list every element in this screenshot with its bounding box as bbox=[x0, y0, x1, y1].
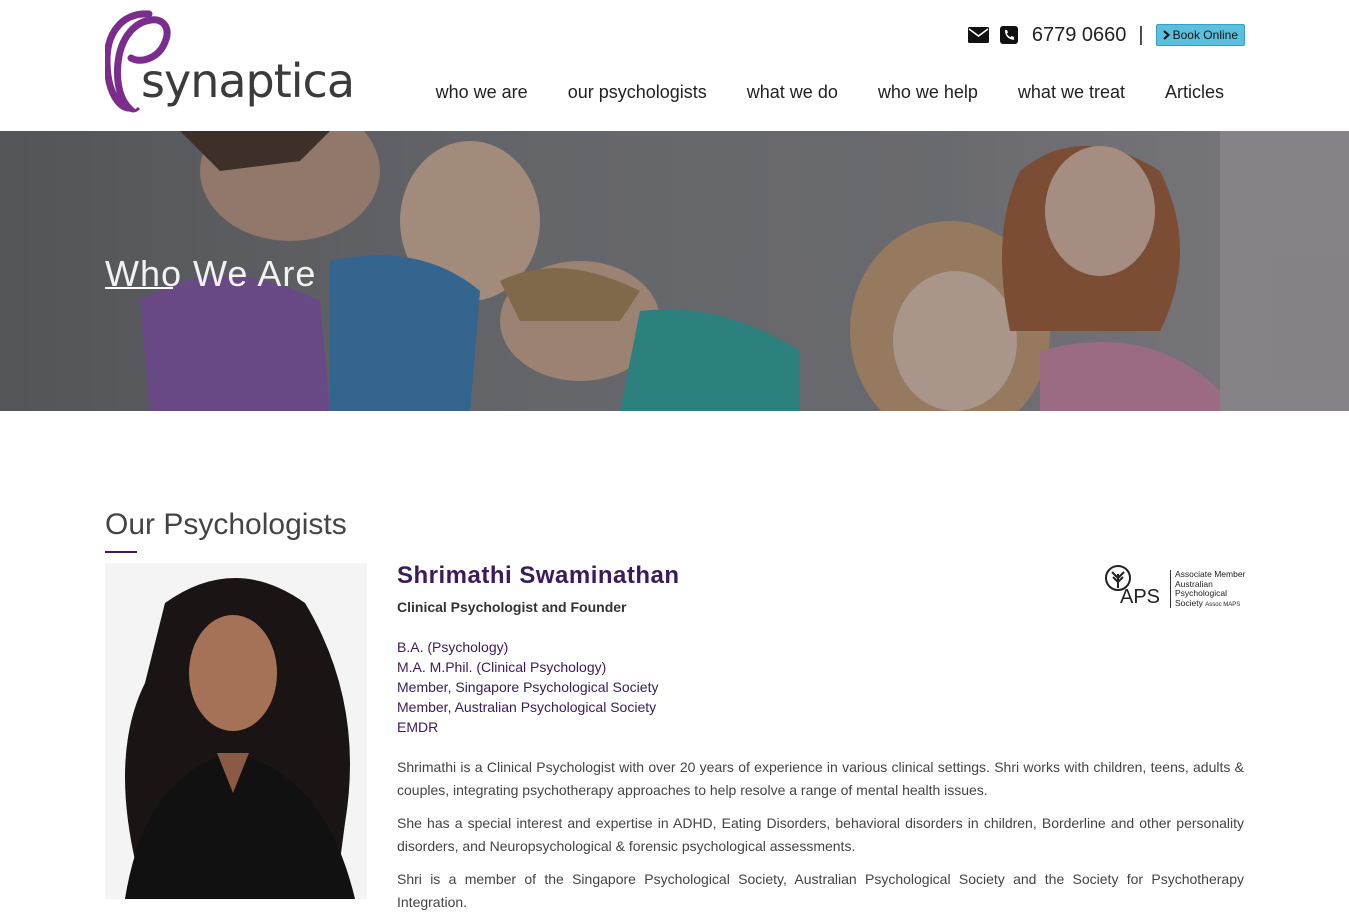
nav-what-we-do[interactable]: what we do bbox=[747, 82, 838, 103]
section-title: Our Psychologists bbox=[105, 508, 347, 541]
book-online-button[interactable]: Book Online bbox=[1155, 24, 1245, 46]
book-online-label: Book Online bbox=[1172, 28, 1238, 42]
qualifications-list: B.A. (Psychology) M.A. M.Phil. (Clinical… bbox=[397, 637, 658, 737]
qualification-item: Member, Australian Psychological Society bbox=[397, 699, 657, 715]
nav-who-we-help[interactable]: who we help bbox=[878, 82, 978, 103]
psychologist-photo bbox=[105, 563, 367, 899]
qualification-item: B.A. (Psychology) bbox=[397, 639, 509, 655]
aps-abbr: APS bbox=[1120, 586, 1161, 608]
nav-our-psychologists[interactable]: our psychologists bbox=[568, 82, 707, 103]
chevron-right-icon bbox=[1162, 30, 1170, 40]
main-nav: who we are our psychologists what we do … bbox=[436, 82, 1224, 103]
nav-who-we-are[interactable]: who we are bbox=[436, 82, 528, 103]
qualification-item: EMDR bbox=[397, 719, 439, 735]
qualification-item: M.A. M.Phil. (Clinical Psychology) bbox=[397, 659, 607, 675]
aps-description: Associate Member Australian Psychologica… bbox=[1175, 569, 1245, 610]
hero-banner: Who We Are bbox=[0, 131, 1349, 411]
aps-badge: APS Associate Member Australian Psycholo… bbox=[1104, 564, 1246, 612]
synaptica-logo[interactable]: synaptica bbox=[103, 8, 355, 124]
qualification-item: Member, Singapore Psychological Society bbox=[397, 679, 659, 695]
contact-bar: 6779 0660 | Book Online bbox=[968, 22, 1245, 48]
title-underline bbox=[105, 287, 173, 289]
nav-what-we-treat[interactable]: what we treat bbox=[1018, 82, 1125, 103]
aps-line: Society bbox=[1175, 597, 1203, 608]
phone-number[interactable]: 6779 0660 bbox=[1032, 24, 1127, 47]
aps-divider bbox=[1170, 570, 1171, 608]
bio-paragraph: Shri is a member of the Singapore Psycho… bbox=[397, 871, 1244, 910]
nav-articles[interactable]: Articles bbox=[1165, 82, 1224, 103]
site-header: synaptica 6779 0660 | Book Online who we… bbox=[0, 0, 1349, 131]
topbar-separator: | bbox=[1138, 23, 1144, 46]
psychologist-name: Shrimathi Swaminathan bbox=[397, 562, 680, 589]
aps-suffix: Assoc MAPS bbox=[1205, 601, 1241, 608]
phone-icon[interactable] bbox=[998, 24, 1020, 46]
envelope-icon[interactable] bbox=[968, 24, 990, 46]
logo-wordmark: synaptica bbox=[141, 54, 355, 108]
section-underline bbox=[105, 551, 137, 553]
psychologist-role: Clinical Psychologist and Founder bbox=[397, 599, 627, 615]
bio-paragraph: She has a special interest and expertise… bbox=[397, 815, 1244, 854]
bio-paragraph: Shrimathi is a Clinical Psychologist wit… bbox=[397, 759, 1244, 798]
